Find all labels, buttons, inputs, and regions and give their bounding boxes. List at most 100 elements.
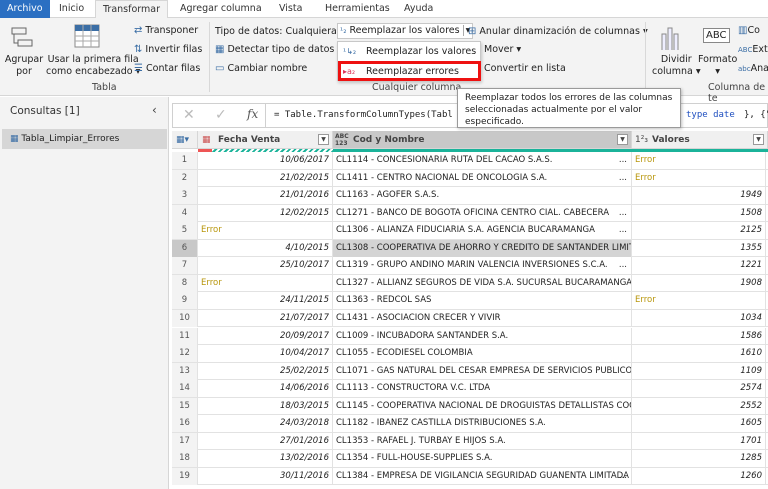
tab-herramientas[interactable]: Herramientas xyxy=(318,0,397,18)
cell-valores[interactable]: 1586 xyxy=(632,327,766,345)
table-row[interactable]: 12 10/04/2017 CL1055 - ECODIESEL COLOMBI… xyxy=(172,345,768,363)
cell-fecha[interactable]: 12/02/2015 xyxy=(198,204,333,222)
cell-fecha[interactable]: 21/01/2016 xyxy=(198,187,333,205)
cell-cod[interactable]: CL1319 - GRUPO ANDINO MARIN VALENCIA INV… xyxy=(333,257,632,275)
table-row[interactable]: 9 24/11/2015 CL1363 - REDCOL SAS Error xyxy=(172,292,768,310)
collapse-chevron-icon[interactable]: ‹ xyxy=(152,103,157,117)
cell-fecha[interactable]: 10/04/2017 xyxy=(198,345,333,363)
row-number[interactable]: 15 xyxy=(172,397,198,415)
cell-cod[interactable]: CL1271 - BANCO DE BOGOTA OFICINA CENTRO … xyxy=(333,204,632,222)
tipo-datos-dropdown[interactable]: Tipo de datos: Cualquiera ▾ xyxy=(215,26,345,37)
cell-fecha[interactable]: 18/03/2015 xyxy=(198,397,333,415)
cell-cod[interactable]: CL1145 - COOPERATIVA NACIONAL DE DROGUIS… xyxy=(333,397,632,415)
cell-fecha[interactable]: 27/01/2016 xyxy=(198,432,333,450)
table-row[interactable]: 7 25/10/2017 CL1319 - GRUPO ANDINO MARIN… xyxy=(172,257,768,275)
row-number[interactable]: 18 xyxy=(172,450,198,468)
cell-valores[interactable]: 1605 xyxy=(632,415,766,433)
cell-fecha[interactable]: 14/06/2016 xyxy=(198,380,333,398)
table-row[interactable]: 6 4/10/2015 CL1308 - COOPERATIVA DE AHOR… xyxy=(172,239,768,258)
cancel-icon[interactable]: ✕ xyxy=(183,107,195,123)
cell-valores[interactable]: 1285 xyxy=(632,450,766,468)
column-header-valores[interactable]: 1²₃ Valores ▼ xyxy=(632,131,768,149)
row-number[interactable]: 6 xyxy=(172,239,198,257)
cell-valores[interactable]: 2552 xyxy=(632,397,766,415)
cambiar-nombre-button[interactable]: ▭ Cambiar nombre xyxy=(215,63,307,74)
table-row[interactable]: 11 20/09/2017 CL1009 - INCUBADORA SANTAN… xyxy=(172,327,768,346)
column-header-cod[interactable]: ABC 123 Cod y Nombre ▼ xyxy=(333,131,632,149)
tab-inicio[interactable]: Inicio xyxy=(52,0,91,18)
cell-fecha[interactable]: Error xyxy=(198,274,333,292)
row-number[interactable]: 5 xyxy=(172,222,198,240)
cell-fecha[interactable]: 13/02/2016 xyxy=(198,450,333,468)
cell-cod[interactable]: CL1306 - ALIANZA FIDUCIARIA S.A. AGENCIA… xyxy=(333,222,632,240)
row-number[interactable]: 8 xyxy=(172,274,198,292)
cell-cod[interactable]: CL1182 - IBANEZ CASTILLA DISTRIBUCIONES … xyxy=(333,415,632,433)
tab-archivo[interactable]: Archivo xyxy=(0,0,50,18)
combinar-button[interactable]: ▥Co xyxy=(738,25,760,36)
row-number[interactable]: 14 xyxy=(172,380,198,398)
cell-fecha[interactable]: 21/07/2017 xyxy=(198,309,333,327)
fx-icon[interactable]: fx xyxy=(247,107,258,121)
cell-valores[interactable]: 1355 xyxy=(632,239,766,257)
row-number[interactable]: 10 xyxy=(172,309,198,327)
cell-cod[interactable]: CL1114 - CONCESIONARIA RUTA DEL CACAO S.… xyxy=(333,152,632,169)
cell-cod[interactable]: CL1411 - CENTRO NACIONAL DE ONCOLOGIA S.… xyxy=(333,169,632,187)
cell-cod[interactable]: CL1431 - ASOCIACION CRECER Y VIVIR xyxy=(333,309,632,327)
cell-valores[interactable]: 1221 xyxy=(632,257,766,275)
cell-fecha[interactable]: 24/03/2018 xyxy=(198,415,333,433)
cell-cod[interactable]: CL1009 - INCUBADORA SANTANDER S.A. xyxy=(333,327,632,345)
formato-button[interactable]: Formato ▾ xyxy=(698,54,737,78)
mover-button[interactable]: Mover ▾ xyxy=(484,44,521,55)
row-number[interactable]: 13 xyxy=(172,362,198,380)
table-menu-icon[interactable]: ▦▾ xyxy=(172,131,198,149)
cell-cod[interactable]: CL1071 - GAS NATURAL DEL CESAR EMPRESA D… xyxy=(333,362,632,380)
cell-cod[interactable]: CL1384 - EMPRESA DE VIGILANCIA SEGURIDAD… xyxy=(333,467,632,485)
filter-dropdown-icon[interactable]: ▼ xyxy=(318,134,329,145)
analizar-button[interactable]: abcAna xyxy=(738,63,768,74)
cell-fecha[interactable]: 21/02/2015 xyxy=(198,169,333,187)
detectar-tipo-button[interactable]: ▦ Detectar tipo de datos xyxy=(215,44,334,55)
table-row[interactable]: 13 25/02/2015 CL1071 - GAS NATURAL DEL C… xyxy=(172,362,768,381)
table-row[interactable]: 17 27/01/2016 CL1353 - RAFAEL J. TURBAY … xyxy=(172,432,768,451)
cell-cod[interactable]: CL1163 - AGOFER S.A.S. xyxy=(333,187,632,205)
table-row[interactable]: 15 18/03/2015 CL1145 - COOPERATIVA NACIO… xyxy=(172,397,768,416)
row-number[interactable]: 2 xyxy=(172,169,198,187)
row-number[interactable]: 1 xyxy=(172,152,198,169)
usar-primera-fila-button[interactable]: Usar la primera fila como encabezado ▾ xyxy=(46,54,140,78)
table-row[interactable]: 5 Error CL1306 - ALIANZA FIDUCIARIA S.A.… xyxy=(172,222,768,240)
cell-cod[interactable]: CL1353 - RAFAEL J. TURBAY E HIJOS S.A. xyxy=(333,432,632,450)
row-number[interactable]: 16 xyxy=(172,415,198,433)
cell-cod[interactable]: CL1308 - COOPERATIVA DE AHORRO Y CREDITO… xyxy=(333,239,632,257)
convertir-lista-button[interactable]: Convertir en lista xyxy=(484,63,566,74)
table-row[interactable]: 18 13/02/2016 CL1354 - FULL-HOUSE-SUPPLI… xyxy=(172,450,768,468)
table-row[interactable]: 14 14/06/2016 CL1113 - CONSTRUCTORA V.C.… xyxy=(172,380,768,398)
anular-dinamizacion-button[interactable]: ⊞ Anular dinamización de columnas ▾ xyxy=(468,26,648,37)
cell-valores[interactable]: 1701 xyxy=(632,432,766,450)
cell-valores[interactable]: 1610 xyxy=(632,345,766,363)
table-row[interactable]: 1 10/06/2017 CL1114 - CONCESIONARIA RUTA… xyxy=(172,152,768,170)
row-number[interactable]: 12 xyxy=(172,345,198,363)
cell-cod[interactable]: CL1354 - FULL-HOUSE-SUPPLIES S.A. xyxy=(333,450,632,468)
cell-valores[interactable]: 1109 xyxy=(632,362,766,380)
cell-valores[interactable]: 1260 xyxy=(632,467,766,485)
cell-cod[interactable]: CL1363 - REDCOL SAS xyxy=(333,292,632,310)
table-row[interactable]: 8 Error CL1327 - ALLIANZ SEGUROS DE VIDA… xyxy=(172,274,768,293)
table-row[interactable]: 4 12/02/2015 CL1271 - BANCO DE BOGOTA OF… xyxy=(172,204,768,223)
agrupar-por-button[interactable]: Agrupar por xyxy=(4,54,44,78)
filter-dropdown-icon[interactable]: ▼ xyxy=(617,134,628,145)
cell-fecha[interactable]: 24/11/2015 xyxy=(198,292,333,310)
dividir-columna-button[interactable]: Dividir columna ▾ xyxy=(652,54,701,78)
tab-agregar-columna[interactable]: Agregar columna xyxy=(173,0,269,18)
cell-fecha[interactable]: 25/02/2015 xyxy=(198,362,333,380)
confirm-icon[interactable]: ✓ xyxy=(215,107,227,123)
cell-valores[interactable]: 1034 xyxy=(632,309,766,327)
query-item[interactable]: ▦ Tabla_Limpiar_Errores xyxy=(2,129,167,149)
row-number[interactable]: 4 xyxy=(172,204,198,222)
tab-transformar[interactable]: Transformar xyxy=(95,0,168,19)
row-number[interactable]: 19 xyxy=(172,467,198,485)
table-row[interactable]: 16 24/03/2018 CL1182 - IBANEZ CASTILLA D… xyxy=(172,415,768,433)
row-number[interactable]: 7 xyxy=(172,257,198,275)
menu-item-reemplazar-valores[interactable]: ¹↳₂ Reemplazar los valores xyxy=(338,42,480,61)
row-number[interactable]: 9 xyxy=(172,292,198,310)
cell-fecha[interactable]: 10/06/2017 xyxy=(198,152,333,169)
